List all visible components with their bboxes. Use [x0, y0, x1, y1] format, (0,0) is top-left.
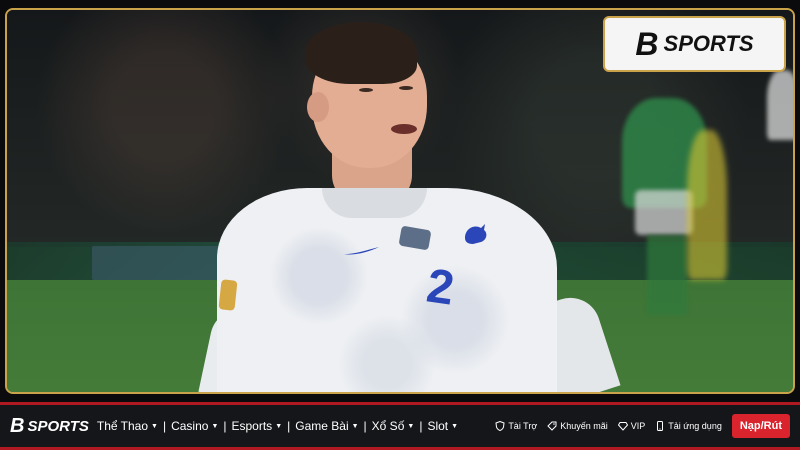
player-ear [307, 92, 329, 122]
nav-separator: | [287, 419, 291, 433]
link-vip[interactable]: VIP [617, 421, 646, 431]
bottom-navbar: B SPORTS Thể Thao ▼ | Casino ▼ | Esports… [0, 402, 800, 450]
rooster-crest-icon [465, 224, 487, 244]
link-tai-ung-dung[interactable]: Tải ứng dụng [655, 421, 722, 431]
nav-item-label: Game Bài [295, 419, 349, 433]
nav-item-xo-so[interactable]: Xổ Số ▼ [372, 419, 415, 433]
nav-separator: | [419, 419, 423, 433]
nav-item-label: Xổ Số [371, 419, 405, 433]
link-label: Tài Trợ [508, 421, 538, 431]
nav-separator: | [162, 419, 167, 433]
nav-item-label: Esports [231, 419, 273, 433]
caret-down-icon: ▼ [151, 422, 158, 430]
player-hair [305, 22, 417, 84]
logo-mark: B [635, 25, 658, 62]
shield-icon [495, 421, 505, 431]
nav-item-slot[interactable]: Slot ▼ [427, 419, 458, 433]
nav-item-label: Casino [171, 419, 209, 433]
phone-icon [657, 421, 664, 431]
brand-logo[interactable]: B SPORTS [603, 16, 786, 72]
nav-logo[interactable]: B SPORTS [10, 415, 89, 438]
background-player-shorts [635, 190, 693, 235]
player-shirt [217, 188, 557, 392]
nav-logo-text: SPORTS [27, 417, 89, 435]
caret-down-icon: ▼ [407, 422, 415, 430]
nav-menu: Thể Thao ▼ | Casino ▼ | Esports ▼ | Game… [97, 419, 458, 433]
caret-down-icon: ▼ [351, 422, 359, 430]
player-mouth [391, 124, 417, 134]
player-eye-left [359, 88, 373, 92]
nav-item-the-thao[interactable]: Thể Thao ▼ [97, 419, 158, 433]
background-player-yellow [687, 130, 727, 280]
player-eye-right [399, 86, 413, 90]
link-label: VIP [630, 421, 646, 431]
link-label: Tải ứng dụng [668, 421, 722, 431]
link-khuyen-mai[interactable]: Khuyến mãi [547, 421, 608, 431]
tag-icon [547, 421, 557, 431]
nike-swoosh-icon [343, 247, 379, 255]
background-player-white [767, 70, 793, 140]
nav-separator: | [363, 419, 367, 433]
link-label: Khuyến mãi [560, 421, 608, 431]
nav-links: Tài Trợ Khuyến mãi VIP Tải ứng dụng Nạp/… [495, 414, 790, 438]
link-tai-tro[interactable]: Tài Trợ [495, 421, 537, 431]
caret-down-icon: ▼ [275, 422, 283, 430]
nav-separator: | [223, 419, 227, 433]
nav-item-game-bai[interactable]: Game Bài ▼ [295, 419, 358, 433]
nav-item-label: Thể Thao [96, 419, 149, 433]
nav-logo-mark: B [10, 414, 25, 437]
diamond-icon [617, 422, 628, 431]
deposit-withdraw-button[interactable]: Nạp/Rút [731, 414, 790, 438]
player-collar [322, 188, 427, 218]
nav-item-esports[interactable]: Esports ▼ [232, 419, 283, 433]
nav-item-label: Slot [427, 419, 449, 433]
advertising-panel [92, 246, 232, 280]
sleeve-patch [218, 279, 238, 311]
caret-down-icon: ▼ [211, 422, 219, 430]
nav-item-casino[interactable]: Casino ▼ [171, 419, 218, 433]
logo-text: SPORTS [663, 31, 754, 56]
background-player-legs [647, 235, 687, 315]
caret-down-icon: ▼ [451, 422, 459, 430]
